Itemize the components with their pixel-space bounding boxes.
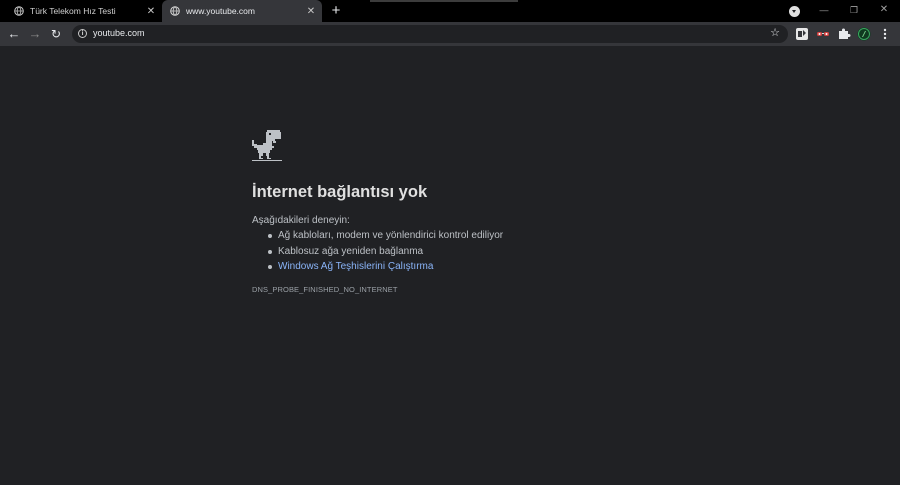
toolbar: ← → ↻ i youtube.com ☆	[0, 22, 900, 46]
globe-icon	[14, 6, 24, 16]
list-item: Kablosuz ağa yeniden bağlanma	[267, 246, 503, 262]
bookmark-star-icon[interactable]: ☆	[770, 26, 780, 39]
dinosaur-icon[interactable]	[252, 130, 282, 162]
tab-close-icon[interactable]: ✕	[304, 6, 318, 17]
suggestions-list: Ağ kabloları, modem ve yönlendirici kont…	[252, 230, 503, 277]
error-code[interactable]: DNS_PROBE_FINISHED_NO_INTERNET	[252, 285, 398, 294]
list-item: Ağ kabloları, modem ve yönlendirici kont…	[267, 230, 503, 246]
tab-title: www.youtube.com	[186, 6, 255, 16]
tab-youtube[interactable]: www.youtube.com ✕	[162, 0, 322, 22]
minimize-button[interactable]: —	[814, 2, 834, 18]
extension-shield-icon[interactable]	[795, 27, 809, 41]
menu-kebab-icon[interactable]	[880, 27, 890, 41]
reload-button[interactable]: ↻	[48, 26, 64, 42]
extension-glasses-icon[interactable]	[816, 27, 830, 41]
tab-search-icon[interactable]	[789, 6, 800, 17]
new-tab-button[interactable]: +	[327, 2, 345, 20]
tab-close-icon[interactable]: ✕	[144, 6, 158, 17]
error-heading: İnternet bağlantısı yok	[252, 183, 428, 201]
address-bar[interactable]: i youtube.com ☆	[72, 25, 788, 43]
restore-button[interactable]: ❐	[844, 2, 864, 18]
forward-button[interactable]: →	[27, 26, 43, 42]
tab-strip-accent	[370, 0, 518, 2]
suggestions-intro: Aşağıdakileri deneyin:	[252, 215, 350, 226]
extensions-puzzle-icon[interactable]	[837, 27, 851, 41]
site-info-icon[interactable]: i	[78, 29, 87, 38]
run-network-diagnostics-link[interactable]: Windows Ağ Teşhislerini Çalıştırma	[267, 261, 503, 277]
tab-turk-telekom[interactable]: Türk Telekom Hız Testi ✕	[6, 0, 162, 22]
globe-icon	[170, 6, 180, 16]
profile-avatar-icon[interactable]	[857, 27, 871, 41]
tab-strip: Türk Telekom Hız Testi ✕ www.youtube.com…	[0, 0, 900, 22]
window-close-button[interactable]: ✕	[874, 2, 894, 18]
tab-title: Türk Telekom Hız Testi	[30, 6, 116, 16]
url-text[interactable]: youtube.com	[93, 28, 145, 38]
back-button[interactable]: ←	[6, 26, 22, 42]
